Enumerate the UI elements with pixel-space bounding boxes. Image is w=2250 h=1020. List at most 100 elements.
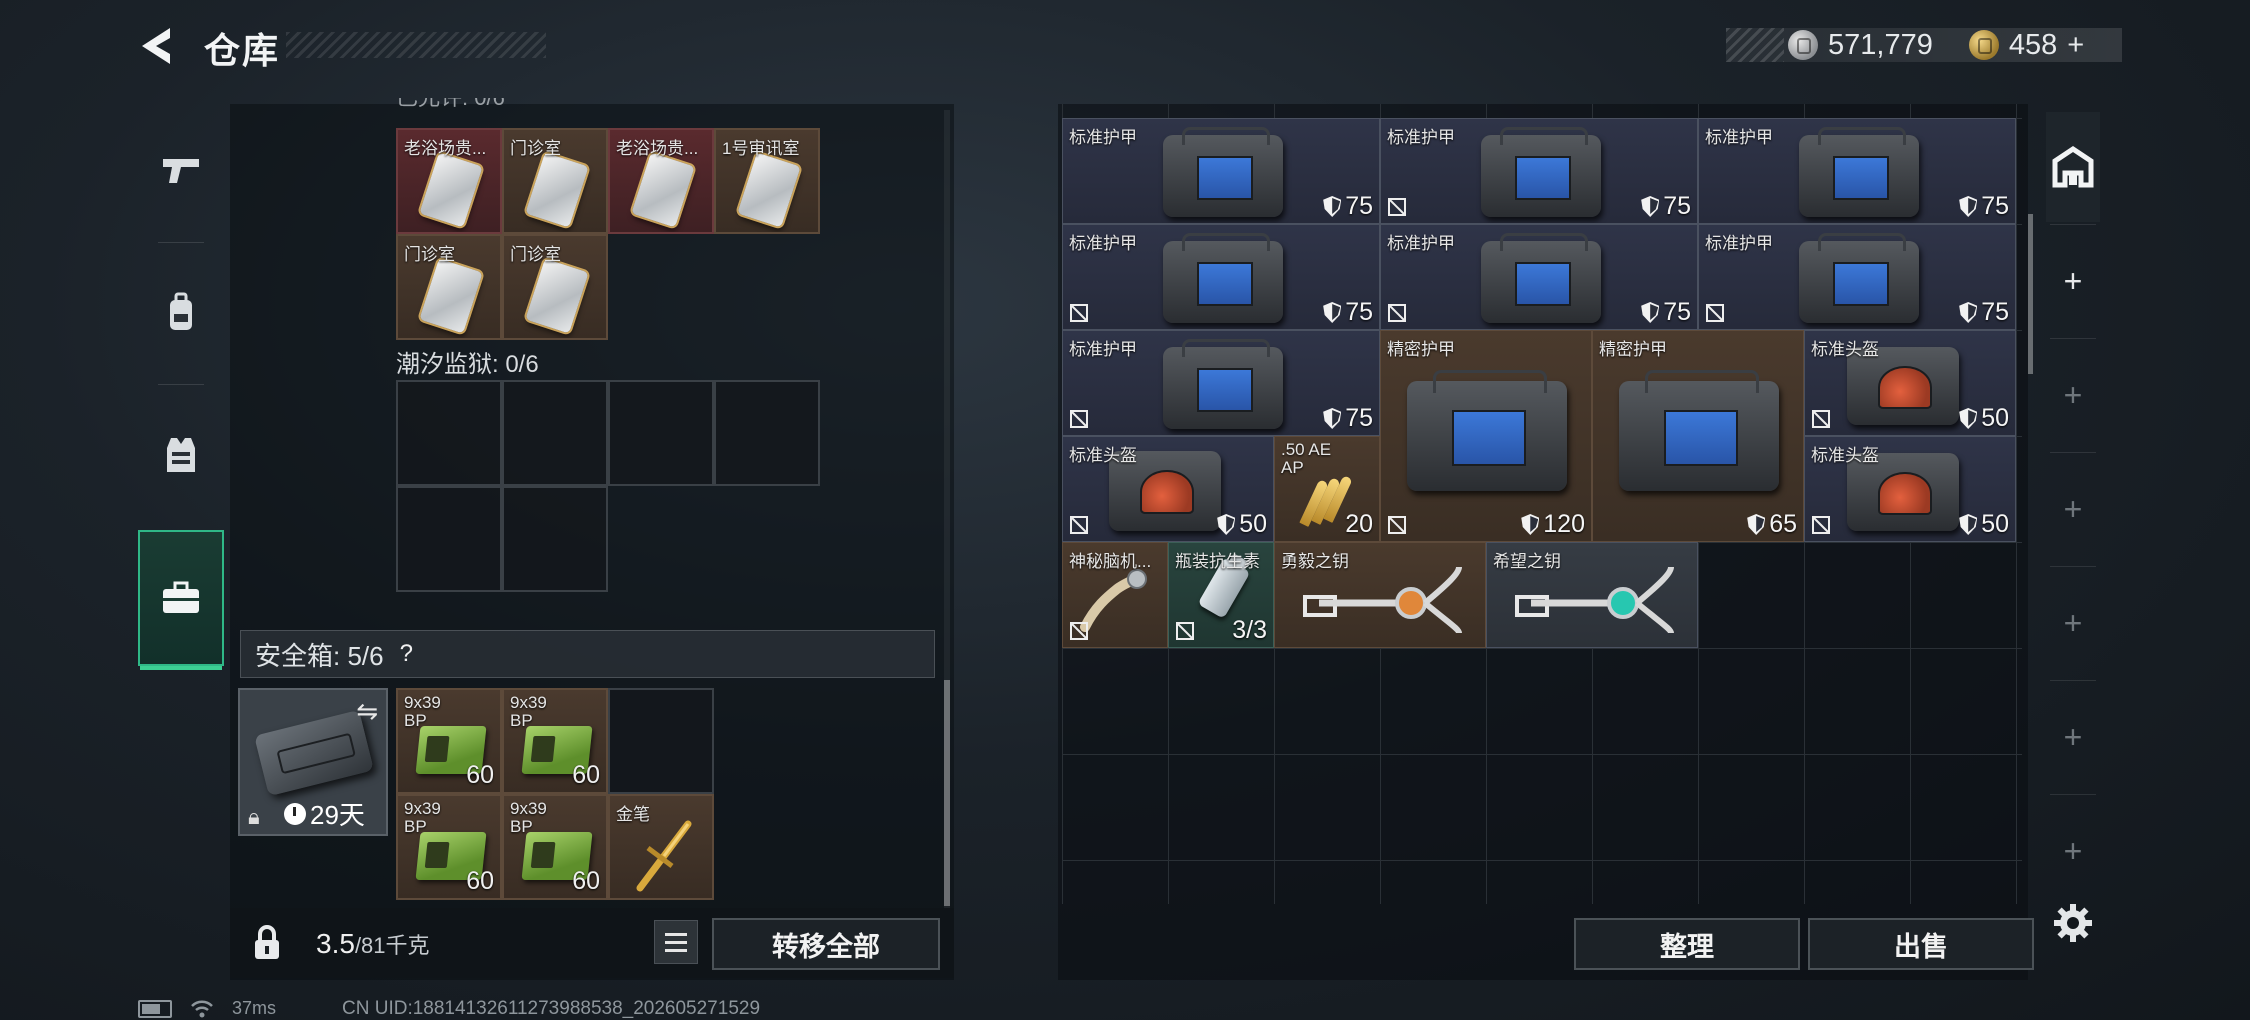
empty-slot[interactable] — [396, 486, 502, 592]
ammo-slot[interactable]: 9x39 BP 60 — [396, 794, 502, 900]
back-button[interactable] — [136, 24, 180, 68]
item-name: 瓶装抗生素 — [1175, 552, 1260, 571]
brain-device-item[interactable]: 神秘脑机... — [1062, 542, 1168, 648]
keycard-slot[interactable]: 老浴场贵... — [396, 128, 502, 234]
settings-button[interactable] — [2052, 902, 2094, 944]
helmet-item[interactable]: 标准头盔 50 — [1804, 330, 2016, 436]
list-view-button[interactable] — [654, 920, 698, 964]
item-name: 门诊室 — [404, 245, 455, 264]
empty-slot[interactable] — [502, 486, 608, 592]
tab-backpack[interactable] — [138, 244, 224, 380]
left-tab-column — [138, 102, 224, 672]
tab-warehouse-add[interactable]: + — [2046, 796, 2100, 906]
item-name: 老浴场贵... — [616, 139, 699, 158]
armor-icon — [1799, 232, 1919, 323]
item-name: 精密护甲 — [1387, 340, 1455, 359]
tab-weapons[interactable] — [138, 102, 224, 238]
empty-slot[interactable] — [714, 380, 820, 486]
armor-item[interactable]: 标准护甲 75 — [1698, 224, 2016, 330]
tab-warehouse-main[interactable] — [2046, 112, 2100, 222]
armor-icon — [1163, 338, 1283, 429]
left-scrollbar-thumb[interactable] — [944, 680, 950, 906]
ammo-slot[interactable]: 9x39 BP 60 — [502, 794, 608, 900]
empty-slot[interactable] — [608, 688, 714, 794]
add-tab-icon: + — [2063, 262, 2083, 299]
key-item[interactable]: 希望之钥 — [1486, 542, 1698, 648]
durability-shield-icon — [1959, 196, 1978, 217]
vest-icon — [167, 438, 195, 472]
item-durability: 75 — [1981, 298, 2009, 326]
help-button[interactable]: ? — [400, 640, 413, 668]
battery-icon — [138, 999, 172, 1018]
back-arrow-icon — [142, 28, 170, 64]
tab-warehouse-add[interactable]: + — [2046, 682, 2100, 792]
ammo-item[interactable]: .50 AE AP 20 — [1274, 436, 1380, 542]
durability-shield-icon — [1959, 408, 1978, 429]
keycard-slot[interactable]: 门诊室 — [396, 234, 502, 340]
keycard-slot[interactable]: 门诊室 — [502, 234, 608, 340]
item-name: .50 AE AP — [1281, 440, 1332, 477]
tab-warehouse-add[interactable]: + — [2046, 454, 2100, 564]
warehouse-scrollbar[interactable] — [2028, 214, 2033, 374]
helmet-item[interactable]: 标准头盔 50 — [1062, 436, 1274, 542]
key-item[interactable]: 勇毅之钥 — [1274, 542, 1486, 648]
durability-shield-icon — [1323, 302, 1342, 323]
weight-display: 3.5/81千克 — [316, 928, 430, 960]
tab-warehouse-add[interactable]: + — [2046, 226, 2100, 336]
title-decoration — [286, 32, 546, 58]
add-currency-button[interactable]: + — [2067, 29, 2084, 62]
durability-shield-icon — [1959, 302, 1978, 323]
gold-amount: 458 — [2008, 28, 2058, 61]
durability-shield-icon — [1641, 302, 1660, 323]
tab-vest[interactable] — [138, 386, 224, 522]
ammo-slot[interactable]: 9x39 BP 60 — [396, 688, 502, 794]
safe-box-container[interactable]: ⇋ 🔒︎ 29天 — [238, 688, 388, 836]
item-durability: 75 — [1345, 298, 1373, 326]
add-tab-icon: + — [2063, 490, 2083, 527]
sort-button[interactable]: 整理 — [1574, 918, 1800, 970]
tab-storage[interactable] — [138, 530, 224, 670]
no-insurance-icon — [1070, 410, 1088, 428]
safe-box-header: 安全箱: 5/6 ? — [240, 630, 935, 678]
keycard-icon — [737, 152, 801, 228]
keycard-slot[interactable]: 1号审讯室 — [714, 128, 820, 234]
antibiotics-item[interactable]: 瓶装抗生素 3/3 — [1168, 542, 1274, 648]
precision-armor-item[interactable]: 精密护甲 65 — [1592, 330, 1804, 542]
durability-shield-icon — [1323, 196, 1342, 217]
courage-key-icon — [1303, 566, 1462, 633]
sell-button[interactable]: 出售 — [1808, 918, 2034, 970]
armor-item[interactable]: 标准护甲 75 — [1380, 224, 1698, 330]
item-durability: 120 — [1543, 510, 1585, 538]
helmet-item[interactable]: 标准头盔 50 — [1804, 436, 2016, 542]
precision-armor-item[interactable]: 精密护甲 120 — [1380, 330, 1592, 542]
wifi-icon — [191, 1000, 213, 1017]
tab-warehouse-add[interactable]: + — [2046, 340, 2100, 450]
transfer-all-button[interactable]: 转移全部 — [712, 918, 940, 970]
add-tab-icon: + — [2063, 376, 2083, 413]
empty-slot[interactable] — [502, 380, 608, 486]
armor-item[interactable]: 标准护甲 75 — [1380, 118, 1698, 224]
keycard-slot[interactable]: 老浴场贵... — [608, 128, 714, 234]
item-quantity: 60 — [572, 761, 600, 789]
gold-coin-icon — [1968, 30, 1999, 60]
item-name: 老浴场贵... — [404, 139, 487, 158]
empty-slot[interactable] — [608, 380, 714, 486]
armor-item[interactable]: 标准护甲 75 — [1698, 118, 2016, 224]
armor-item[interactable]: 标准护甲 75 — [1062, 118, 1380, 224]
item-quantity: 60 — [466, 867, 494, 895]
armor-item[interactable]: 标准护甲 75 — [1062, 330, 1380, 436]
safe-days: 29天 — [310, 800, 365, 830]
lock-icon: 🔒︎ — [248, 804, 260, 829]
armor-item[interactable]: 标准护甲 75 — [1062, 224, 1380, 330]
empty-slot[interactable] — [396, 380, 502, 486]
lock-button[interactable] — [234, 910, 300, 976]
item-name: 精密护甲 — [1599, 340, 1667, 359]
swap-icon[interactable]: ⇋ — [356, 696, 378, 727]
warehouse-grid: 标准护甲 75 标准护甲 75 标准护甲 75 标准护甲 75 标准护甲 75 … — [1062, 104, 2022, 904]
gold-pen-slot[interactable]: 金笔 — [608, 794, 714, 900]
ammo-slot[interactable]: 9x39 BP 60 — [502, 688, 608, 794]
keycard-slot[interactable]: 门诊室 — [502, 128, 608, 234]
item-name: 门诊室 — [510, 139, 561, 158]
safe-timer: 29天 — [284, 795, 365, 832]
tab-warehouse-add[interactable]: + — [2046, 568, 2100, 678]
